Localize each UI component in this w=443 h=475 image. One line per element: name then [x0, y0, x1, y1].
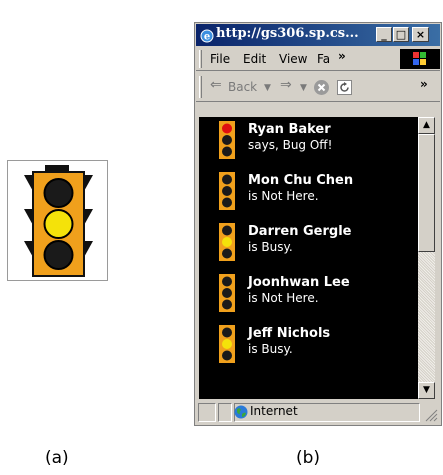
list-item: Joonhwan Lee is Not Here. [219, 270, 409, 314]
toolbar-more-chevron-icon[interactable]: » [420, 77, 428, 91]
security-zone-label: Internet [250, 404, 298, 418]
person-status: says, Bug Off! [248, 138, 333, 152]
list-item: Ryan Baker says, Bug Off! [219, 117, 409, 161]
windows-logo-icon [400, 49, 440, 69]
figure-caption-a: (a) [45, 448, 69, 468]
list-item: Darren Gergle is Busy. [219, 219, 409, 263]
window-title: http://gs306.sp.cs... [216, 26, 359, 41]
person-name: Ryan Baker [248, 122, 331, 137]
toolbar-grip[interactable] [199, 76, 202, 98]
person-status: is Not Here. [248, 189, 319, 203]
svg-text:e: e [204, 32, 210, 43]
back-dropdown-icon[interactable]: ▼ [264, 83, 271, 93]
navigation-toolbar: ⇐ Back ▼ ⇒ ▼ » [196, 72, 440, 102]
person-name: Mon Chu Chen [248, 173, 354, 188]
list-item: Mon Chu Chen is Not Here. [219, 168, 409, 212]
resize-grip-icon[interactable] [425, 409, 438, 422]
maximize-button[interactable]: □ [393, 27, 409, 42]
scroll-thumb[interactable] [418, 134, 435, 252]
menu-more-chevron-icon[interactable]: » [338, 49, 346, 63]
status-cell [218, 403, 232, 422]
traffic-light-off-icon [219, 274, 235, 312]
menu-favorites[interactable]: Fa [317, 52, 333, 66]
scroll-down-button[interactable]: ▼ [418, 382, 435, 399]
person-name: Darren Gergle [248, 224, 352, 239]
forward-dropdown-icon[interactable]: ▼ [300, 83, 307, 93]
globe-icon [234, 405, 248, 419]
forward-arrow-icon[interactable]: ⇒ [280, 77, 292, 93]
back-arrow-icon[interactable]: ⇐ [210, 77, 222, 93]
status-list: Ryan Baker says, Bug Off! Mon Chu Chen i… [199, 117, 418, 399]
person-status: is Busy. [248, 342, 293, 356]
close-button[interactable]: × [412, 27, 429, 42]
list-item: Jeff Nichols is Busy. [219, 321, 409, 365]
menu-view[interactable]: View [279, 52, 307, 66]
traffic-light-off-icon [219, 172, 235, 210]
back-button[interactable]: Back [228, 80, 257, 94]
refresh-icon[interactable] [336, 79, 353, 96]
traffic-light-icon-large [7, 160, 108, 281]
menu-edit[interactable]: Edit [243, 52, 266, 66]
person-name: Joonhwan Lee [248, 275, 350, 290]
menu-file[interactable]: File [210, 52, 230, 66]
ie-logo-icon: e [200, 29, 214, 43]
traffic-light-red-icon [219, 121, 235, 159]
status-cell [198, 403, 216, 422]
stop-icon[interactable] [313, 79, 330, 96]
vertical-scrollbar[interactable]: ▲ ▼ [418, 117, 435, 399]
figure-caption-b: (b) [296, 448, 321, 468]
menubar-grip[interactable] [199, 50, 202, 68]
person-status: is Not Here. [248, 291, 319, 305]
traffic-light-yellow-icon [219, 223, 235, 261]
status-bar: Internet [196, 401, 440, 424]
title-bar: e http://gs306.sp.cs... _ □ × [196, 24, 440, 46]
scroll-up-button[interactable]: ▲ [418, 117, 435, 134]
traffic-light-yellow-icon [219, 325, 235, 363]
minimize-button[interactable]: _ [376, 27, 392, 42]
person-status: is Busy. [248, 240, 293, 254]
browser-window: e http://gs306.sp.cs... _ □ × File Edit … [194, 22, 442, 426]
person-name: Jeff Nichols [248, 326, 331, 341]
